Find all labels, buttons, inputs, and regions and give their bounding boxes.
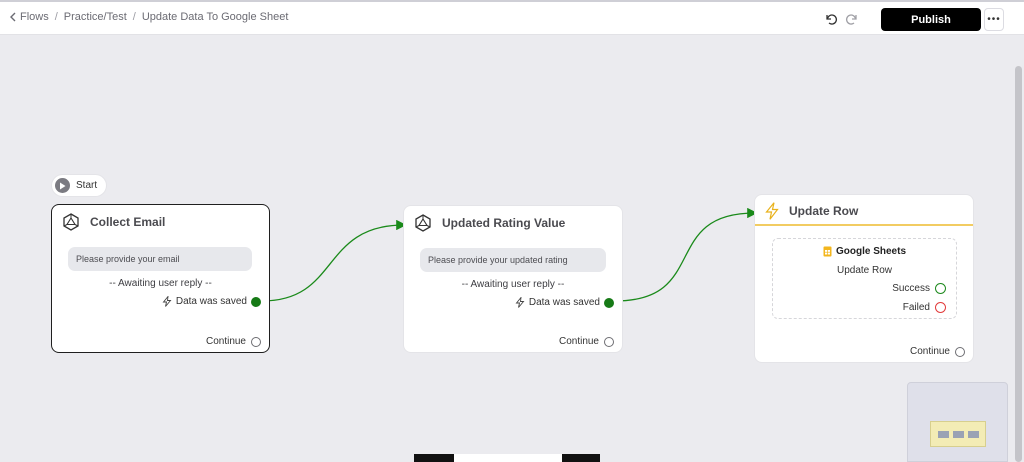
node-header: Collect Email <box>62 213 165 231</box>
data-saved-output: Data was saved <box>515 297 614 308</box>
node-header-content: Update Row <box>765 202 858 220</box>
publish-button[interactable]: Publish <box>881 8 981 31</box>
data-saved-output: Data was saved <box>162 296 261 307</box>
failed-handle[interactable] <box>935 302 946 313</box>
awaiting-reply-text: -- Awaiting user reply -- <box>461 279 565 290</box>
breadcrumb-flows: Flows <box>20 11 49 23</box>
start-node[interactable]: Start <box>52 175 106 196</box>
minimap-node <box>952 430 964 438</box>
awaiting-reply-text: -- Awaiting user reply -- <box>109 278 212 289</box>
minimap-viewport[interactable] <box>930 421 986 447</box>
vertical-scrollbar[interactable] <box>1015 66 1022 462</box>
ai-agent-icon <box>415 214 431 232</box>
node-title: Collect Email <box>90 215 166 229</box>
node-header: Updated Rating Value <box>414 214 565 232</box>
breadcrumb: Flows / Practice/Test / Update Data To G… <box>9 11 288 23</box>
output-handle[interactable] <box>604 297 614 308</box>
fit-view-button[interactable] <box>414 454 454 462</box>
edge-collect-to-rating <box>261 219 407 302</box>
continue-output: Continue <box>910 346 965 357</box>
continue-handle[interactable] <box>251 336 261 347</box>
success-label: Success <box>892 283 930 294</box>
success-handle[interactable] <box>935 283 946 294</box>
undo-icon[interactable] <box>824 12 838 26</box>
add-node-button[interactable] <box>562 454 600 462</box>
redo-icon[interactable] <box>845 12 859 26</box>
integration-action: Update Row <box>836 265 893 276</box>
continue-label: Continue <box>909 346 950 357</box>
update-row-node[interactable]: Update Row Google Sheets Update Row Succ… <box>754 194 974 363</box>
node-title: Update Row <box>789 204 859 218</box>
continue-handle[interactable] <box>955 346 965 357</box>
integration-name: Google Sheets <box>835 246 906 257</box>
integration-box: Google Sheets Update Row Success Failed <box>772 238 957 319</box>
play-icon <box>55 178 70 193</box>
zoom-controls <box>414 454 600 462</box>
top-bar: Flows / Practice/Test / Update Data To G… <box>0 0 1024 35</box>
continue-label: Continue <box>558 336 599 347</box>
node-header: Update Row <box>755 195 973 226</box>
lightning-icon <box>162 296 172 307</box>
integration-title: Google Sheets <box>773 246 956 257</box>
breadcrumb-separator: / <box>132 11 136 23</box>
chevron-left-icon <box>10 12 16 22</box>
continue-handle[interactable] <box>604 336 614 347</box>
lightning-icon <box>765 202 779 220</box>
breadcrumb-flow-name: Update Data To Google Sheet <box>141 11 289 23</box>
output-handle[interactable] <box>251 296 261 307</box>
failed-output: Failed <box>903 302 946 313</box>
minimap[interactable] <box>907 382 1008 462</box>
node-title: Updated Rating Value <box>442 216 566 230</box>
google-sheets-icon <box>823 246 832 257</box>
message-bubble: Please provide your updated rating <box>420 248 606 272</box>
more-options-button[interactable]: ••• <box>984 8 1004 31</box>
lightning-icon <box>515 297 525 308</box>
breadcrumb-folder[interactable]: Practice/Test <box>64 11 127 23</box>
zoom-slider[interactable] <box>526 454 562 462</box>
zoom-out-button[interactable] <box>454 454 490 462</box>
zoom-in-button[interactable] <box>490 454 526 462</box>
edge-rating-to-update <box>614 207 758 302</box>
updated-rating-node[interactable]: Updated Rating Value Please provide your… <box>403 205 623 353</box>
minimap-node <box>967 430 979 438</box>
continue-output: Continue <box>559 336 614 347</box>
failed-label: Failed <box>902 302 930 313</box>
success-output: Success <box>892 283 946 294</box>
back-to-flows-link[interactable]: Flows <box>9 11 49 23</box>
message-bubble: Please provide your email <box>68 247 252 271</box>
data-saved-label: Data was saved <box>175 296 247 307</box>
minimap-node <box>937 430 949 438</box>
start-label: Start <box>76 180 98 191</box>
collect-email-node[interactable]: Collect Email Please provide your email … <box>51 204 270 353</box>
continue-label: Continue <box>205 336 246 347</box>
ai-agent-icon <box>63 213 79 231</box>
breadcrumb-separator: / <box>54 11 58 23</box>
continue-output: Continue <box>206 336 261 347</box>
data-saved-label: Data was saved <box>528 297 600 308</box>
